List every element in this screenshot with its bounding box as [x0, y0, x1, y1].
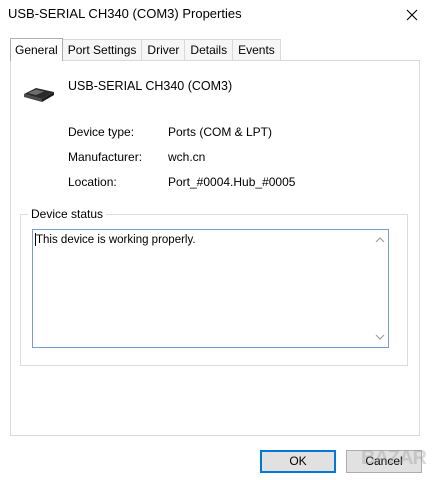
scroll-up-icon[interactable]	[375, 236, 385, 244]
ok-button[interactable]: OK	[260, 450, 336, 473]
title-bar: USB-SERIAL CH340 (COM3) Properties	[0, 0, 432, 30]
usb-serial-device-icon	[24, 88, 54, 102]
device-status-legend: Device status	[28, 207, 107, 221]
device-status-textbox[interactable]: This device is working properly.	[32, 229, 389, 348]
tab-events[interactable]: Events	[232, 39, 281, 60]
tab-port-settings[interactable]: Port Settings	[61, 39, 143, 60]
device-type-value: Ports (COM & LPT)	[168, 125, 273, 139]
window-title: USB-SERIAL CH340 (COM3) Properties	[8, 6, 242, 21]
close-button[interactable]	[392, 0, 432, 30]
device-name: USB-SERIAL CH340 (COM3)	[68, 79, 233, 93]
tab-general[interactable]: General	[10, 38, 63, 61]
scroll-down-icon[interactable]	[375, 333, 385, 341]
location-label: Location:	[68, 175, 117, 189]
manufacturer-value: wch.cn	[168, 150, 206, 164]
close-icon	[406, 9, 418, 21]
tab-strip: General Port Settings Driver Details Eve…	[10, 38, 281, 61]
device-type-label: Device type:	[68, 125, 135, 139]
location-value: Port_#0004.Hub_#0005	[168, 175, 296, 189]
status-scrollbar[interactable]	[372, 230, 388, 347]
device-status-text: This device is working properly.	[36, 234, 196, 246]
tab-driver[interactable]: Driver	[141, 39, 186, 60]
tab-details[interactable]: Details	[184, 39, 234, 60]
manufacturer-label: Manufacturer:	[68, 150, 143, 164]
watermark-logo: BAZAR	[361, 447, 427, 469]
